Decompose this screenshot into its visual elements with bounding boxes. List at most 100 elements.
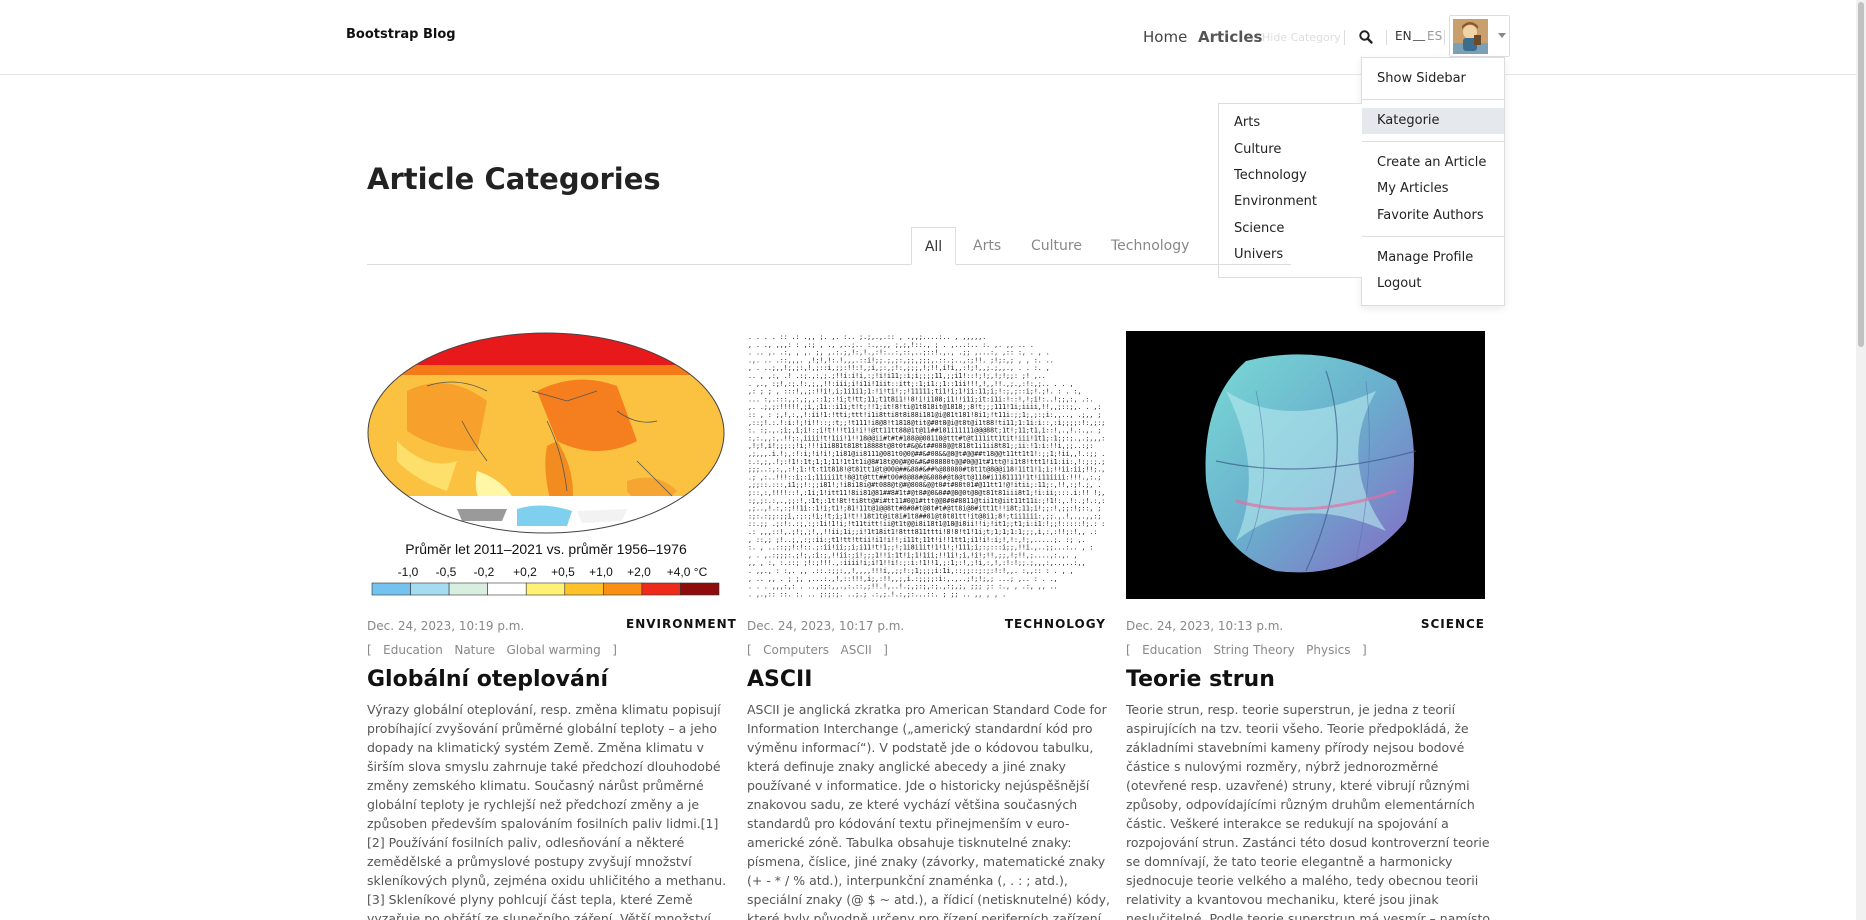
user-menu-button[interactable] — [1449, 15, 1510, 57]
ascii-art-line: .,. .. .::,,,. ,!;!,!:.!,,,.::i!;;.;,;:,… — [748, 356, 1054, 364]
lang-en-link[interactable]: EN — [1395, 29, 1412, 43]
article-title[interactable]: Globální oteplování — [367, 667, 608, 692]
article-tags: [ Computers ASCII ] — [747, 643, 888, 657]
chevron-down-icon — [1498, 33, 1506, 38]
ascii-art-line: :,:.,,:,.!!;:,iiii!t!1ii!1!!18@@ii#t#t#1… — [748, 434, 1105, 442]
submenu-item-technology[interactable]: Technology — [1234, 168, 1307, 183]
menu-kategorie[interactable]: Kategorie — [1362, 108, 1504, 134]
menu-show-sidebar[interactable]: Show Sidebar — [1362, 66, 1504, 92]
submenu-item-science[interactable]: Science — [1234, 221, 1284, 236]
menu-create-article[interactable]: Create an Article — [1362, 150, 1504, 176]
nav-hide-category-link[interactable]: Hide Category — [1262, 31, 1341, 44]
navbar: Bootstrap Blog Home Articles Hide Catego… — [0, 0, 1856, 75]
ascii-art-line: ,;,,,.i.!;,:!:i;!i!i!;1i81@ii8111@081t0@… — [748, 450, 1105, 458]
nav-home-link[interactable]: Home — [1143, 28, 1187, 46]
tag-link[interactable]: ASCII — [841, 643, 872, 657]
ascii-art-line: . ,., :;!,:;.!:,;,,!!:iii;i!i1i!1iit::it… — [748, 380, 1074, 388]
ascii-art-line: ;;;..:,:,,:!;1:!t:t1t818!@t81tt1@t@00@##… — [748, 466, 1105, 474]
tab-technology[interactable]: Technology — [1111, 238, 1189, 254]
menu-divider — [1362, 236, 1504, 237]
menu-logout[interactable]: Logout — [1362, 271, 1504, 297]
ascii-art-line: ,. .;,;:!!!!!,;i,;1i::i1i;t!t;!!1;it!8!t… — [748, 403, 1101, 411]
article-date: Dec. 24, 2023, 10:13 p.m. — [1126, 619, 1284, 633]
menu-divider — [1362, 141, 1504, 142]
legend-tick: +2,0 — [627, 565, 651, 579]
article-image-ascii[interactable]: . . . . :: .: .,, ;. ,. :.. ;.;,.,.:: , … — [747, 331, 1106, 599]
tags-bracket-close-icon: ] — [875, 643, 888, 657]
article-date: Dec. 24, 2023, 10:17 p.m. — [747, 619, 905, 633]
article-category[interactable]: TECHNOLOGY — [986, 617, 1106, 631]
ascii-art-line: . ,.,:: ::. :. .. ;:;:;. ..;.; .:,;.!.:,… — [748, 590, 1006, 598]
article-excerpt: ASCII je anglická zkratka pro American S… — [747, 702, 1111, 920]
page-scrollbar[interactable] — [1856, 0, 1866, 920]
tags-bracket-open-icon: [ — [1126, 643, 1139, 657]
submenu-item-environment[interactable]: Environment — [1234, 194, 1317, 209]
submenu-item-arts[interactable]: Arts — [1234, 115, 1260, 130]
article-image-string-theory[interactable] — [1126, 331, 1485, 599]
legend-swatch — [641, 582, 681, 596]
ascii-art-line: , ::,; ;!..;,,:;:ii:;t1!tt!ttii!i1!i!!;i… — [748, 536, 1085, 544]
ascii-art-line: :. , ..::;;!:!::.;:ii!ii;;i;i11!t!1;;!;1… — [748, 544, 1093, 552]
ascii-art-line: ,, , :, :.::; ;!:;!!!.,:iiii!i;i!1!!i!:;… — [748, 559, 1085, 567]
nav-divider — [1444, 30, 1445, 45]
article-excerpt: Výrazy globální oteplování, resp. změna … — [367, 702, 727, 920]
article-title[interactable]: ASCII — [747, 667, 812, 692]
ascii-art-line: ... :,.:::,,:,;,,::1;:!i;t!tt;11;t1t8i1!… — [748, 395, 1093, 403]
legend-swatch — [371, 582, 411, 596]
ascii-art-line: , . ..;,,!;,;:,!,;::i,;;:!!:!,;i,;:,;!:,… — [748, 364, 1050, 372]
legend-tick: +0,2 — [513, 565, 537, 579]
article-tags: [ Education String Theory Physics ] — [1126, 643, 1367, 657]
article-category[interactable]: SCIENCE — [1365, 617, 1485, 631]
legend-tick: -0,2 — [474, 565, 495, 579]
legend-swatch — [525, 582, 566, 596]
map-caption: Průměr let 2011–2021 vs. průměr 1956–197… — [405, 541, 687, 557]
tag-link[interactable]: Global warming — [507, 643, 601, 657]
ascii-art-line: . . . ,,,:,: . ..,:;:,,.,:.::,;!!.!,..!.… — [748, 583, 1058, 591]
ascii-art-line: . . . . :: .: .,, ;. ,. :.. ;.;,.,.:: , … — [748, 333, 986, 341]
tag-link[interactable]: Nature — [454, 643, 495, 657]
nav-articles-link[interactable]: Articles — [1198, 28, 1262, 46]
ascii-art-line: , . ,.:;;;:.;!;,:i:;,!!ii:;i!;;;1!!i:1t!… — [748, 551, 1078, 559]
user-dropdown-menu: Show Sidebar Kategorie Create an Article… — [1361, 57, 1505, 306]
tab-all[interactable]: All — [911, 227, 956, 265]
legend-swatch — [680, 582, 720, 596]
brand-logo[interactable]: Bootstrap Blog — [346, 27, 456, 42]
tag-link[interactable]: Education — [383, 643, 443, 657]
color-legend-bar — [371, 582, 720, 596]
tag-link[interactable]: String Theory — [1213, 643, 1294, 657]
legend-tick: -1,0 — [398, 565, 419, 579]
article-title[interactable]: Teorie strun — [1126, 667, 1275, 692]
scrollbar-thumb[interactable] — [1858, 2, 1864, 347]
tags-bracket-open-icon: [ — [367, 643, 380, 657]
ascii-art-line: . ,,., : :,. ,, .::.:;;:,,!,,,,!!!i,,;;!… — [748, 567, 1074, 575]
legend-swatch — [448, 582, 488, 596]
tab-arts[interactable]: Arts — [973, 238, 1001, 254]
legend-swatch — [487, 582, 527, 596]
search-icon[interactable] — [1358, 29, 1374, 45]
tag-link[interactable]: Physics — [1306, 643, 1350, 657]
category-submenu: Arts Culture Technology Environment Scie… — [1218, 103, 1362, 278]
menu-my-articles[interactable]: My Articles — [1362, 176, 1504, 202]
ascii-art-line: ,;..,!.:,:;!!1i::1!i;t1!;81!11t@1@@8tt#8… — [748, 505, 1101, 513]
tag-link[interactable]: Computers — [763, 643, 829, 657]
ascii-art-line: :.:,;,.!;:!1!:1t;1;1;11!1t1t1i@8#18t@0@#… — [748, 458, 1105, 466]
article-date: Dec. 24, 2023, 10:19 p.m. — [367, 619, 525, 633]
legend-swatch — [564, 582, 604, 596]
tags-bracket-close-icon: ] — [604, 643, 617, 657]
menu-divider — [1362, 99, 1504, 100]
menu-favorite-authors[interactable]: Favorite Authors — [1362, 203, 1504, 229]
ascii-art-line: ,::;!.:.!:i:!;!i!!::;:t;;!t111!i8@8!t181… — [748, 419, 1105, 427]
article-excerpt: Teorie strun, resp. teorie superstrun, j… — [1126, 702, 1491, 920]
tag-link[interactable]: Education — [1142, 643, 1202, 657]
submenu-item-culture[interactable]: Culture — [1234, 142, 1281, 157]
article-category[interactable]: ENVIRONMENT — [626, 617, 736, 631]
ascii-art-line: ;::,:,!!!!::!,:1i;1!itt11!8ii81@81##8#1t… — [748, 489, 1105, 497]
tab-culture[interactable]: Culture — [1031, 238, 1082, 254]
tags-bracket-close-icon: ] — [1354, 643, 1367, 657]
lang-es-link[interactable]: ES — [1427, 29, 1442, 43]
article-image-global-warming[interactable]: Průměr let 2011–2021 vs. průměr 1956–197… — [367, 331, 726, 599]
menu-manage-profile[interactable]: Manage Profile — [1362, 245, 1504, 271]
tags-bracket-open-icon: [ — [747, 643, 760, 657]
submenu-item-univers[interactable]: Univers — [1234, 247, 1283, 262]
ascii-art-line: :: , : ;,!,:,,!:ii!1:!tti;ttt!i1i8tti8t8… — [748, 411, 1101, 419]
